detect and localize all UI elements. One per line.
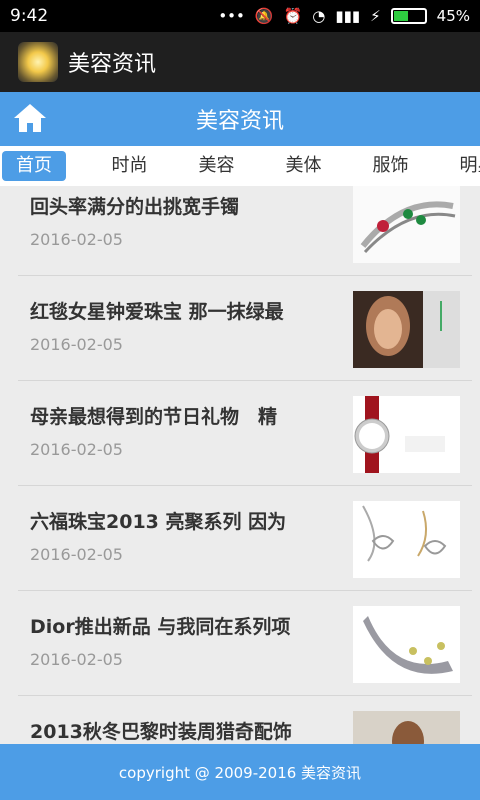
app-logo	[18, 42, 58, 82]
article-title: 六福珠宝2013 亮聚系列 因为	[30, 511, 287, 533]
tab-stars[interactable]: 明星	[434, 151, 480, 181]
tab-clothing[interactable]: 服饰	[347, 151, 434, 181]
footer-copyright: copyright @ 2009-2016 美容资讯	[0, 744, 480, 800]
signal-icon: ▮▮▮	[335, 7, 361, 25]
list-item[interactable]: 回头率满分的出挑宽手镯 2016-02-05	[18, 186, 472, 276]
battery-icon	[390, 8, 427, 24]
article-date: 2016-02-05	[30, 545, 123, 564]
article-thumbnail	[353, 291, 460, 368]
app-title: 美容资讯	[68, 52, 157, 77]
more-icon: •••	[218, 7, 245, 25]
wifi-icon: ◔	[312, 7, 326, 25]
status-time: 9:42	[10, 6, 49, 26]
status-icons: ••• 🔕 ⏰ ◔ ▮▮▮ ⚡ 45%	[218, 7, 470, 25]
tab-body[interactable]: 美体	[260, 151, 347, 181]
app-title-bar: 美容资讯	[0, 32, 480, 92]
tab-beauty[interactable]: 美容	[173, 151, 260, 181]
category-tabs: 首页 时尚 美容 美体 服饰 明星	[0, 146, 480, 186]
status-bar: 9:42 ••• 🔕 ⏰ ◔ ▮▮▮ ⚡ 45%	[0, 0, 480, 32]
article-list: 回头率满分的出挑宽手镯 2016-02-05 红毯女星钟爱珠宝 那一抹绿最 20…	[0, 186, 480, 744]
list-item[interactable]: 红毯女星钟爱珠宝 那一抹绿最 2016-02-05	[18, 277, 472, 381]
article-date: 2016-02-05	[30, 440, 123, 459]
article-thumbnail	[353, 186, 460, 263]
battery-percent: 45%	[436, 7, 470, 25]
article-date: 2016-02-05	[30, 335, 123, 354]
list-item[interactable]: 母亲最想得到的节日礼物 精 2016-02-05	[18, 382, 472, 486]
charging-icon: ⚡	[370, 7, 381, 25]
article-date: 2016-02-05	[30, 230, 123, 249]
mute-icon: 🔕	[254, 7, 274, 25]
article-date: 2016-02-05	[30, 650, 123, 669]
list-item[interactable]: 六福珠宝2013 亮聚系列 因为 2016-02-05	[18, 487, 472, 591]
article-title: Dior推出新品 与我同在系列项	[30, 616, 291, 638]
article-title: 母亲最想得到的节日礼物 精	[30, 406, 278, 428]
tab-home[interactable]: 首页	[2, 151, 66, 181]
article-title: 回头率满分的出挑宽手镯	[30, 196, 240, 218]
page-title: 美容资讯	[195, 109, 284, 134]
article-thumbnail	[353, 501, 460, 578]
article-title: 红毯女星钟爱珠宝 那一抹绿最	[30, 301, 284, 323]
article-thumbnail	[353, 711, 460, 744]
page-header: 美容资讯	[0, 92, 480, 146]
home-icon[interactable]	[12, 102, 48, 134]
list-item[interactable]: Dior推出新品 与我同在系列项 2016-02-05	[18, 592, 472, 696]
list-item[interactable]: 2013秋冬巴黎时装周猎奇配饰	[18, 697, 472, 744]
article-title: 2013秋冬巴黎时装周猎奇配饰	[30, 721, 292, 743]
alarm-icon: ⏰	[283, 7, 303, 25]
article-thumbnail	[353, 606, 460, 683]
article-thumbnail	[353, 396, 460, 473]
tab-fashion[interactable]: 时尚	[86, 151, 173, 181]
